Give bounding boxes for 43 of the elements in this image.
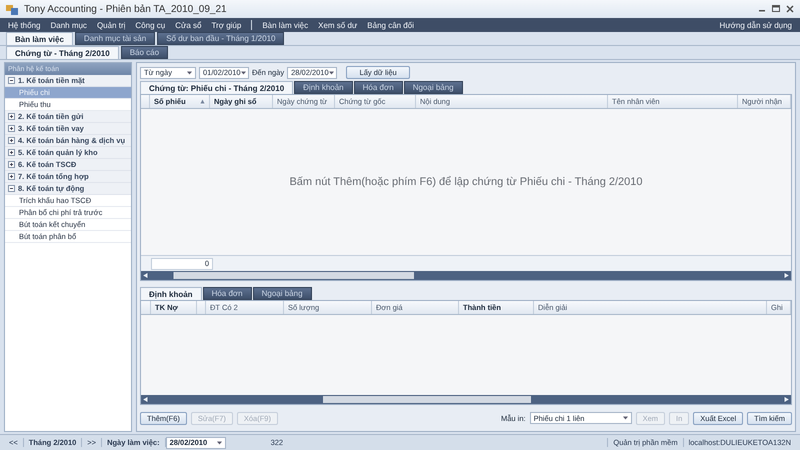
- horizontal-scrollbar[interactable]: [141, 271, 791, 280]
- menu-item[interactable]: Công cụ: [135, 20, 166, 30]
- document-tab[interactable]: Định khoản: [294, 81, 353, 94]
- window-title: Tony Accounting - Phiên bản TA_2010_09_21: [24, 4, 228, 14]
- collapse-icon[interactable]: [8, 77, 15, 84]
- menu-item[interactable]: Quản trị: [96, 20, 126, 30]
- menu-item[interactable]: Cửa sổ: [175, 20, 202, 30]
- menu-item[interactable]: Hệ thống: [8, 20, 40, 30]
- empty-table-message: Bấm nút Thêm(hoặc phím F6) để lập chứng từ Phiếu chi - Tháng 2/2010: [289, 176, 643, 188]
- menu-item[interactable]: Danh mục: [50, 20, 87, 30]
- document-tab[interactable]: Ngoại bảng: [404, 81, 463, 94]
- expand-icon[interactable]: [8, 161, 15, 168]
- dropdown-caret-icon: [240, 70, 246, 74]
- menu-item[interactable]: Trợ giúp: [211, 20, 242, 30]
- expand-icon[interactable]: [8, 149, 15, 156]
- expand-icon[interactable]: [8, 137, 15, 144]
- app-icon: [6, 4, 18, 14]
- page-tab[interactable]: Báo cáo: [120, 46, 168, 59]
- detail-tab[interactable]: Ngoại bảng: [252, 287, 312, 300]
- dropdown-caret-icon: [622, 416, 628, 420]
- menu-item[interactable]: Bàn làm việc: [262, 20, 308, 30]
- close-icon[interactable]: [786, 5, 794, 13]
- expand-icon[interactable]: [8, 113, 15, 120]
- document-tab[interactable]: Chứng từ: Phiếu chi - Tháng 2/2010: [140, 81, 294, 94]
- expand-icon[interactable]: [8, 173, 15, 180]
- horizontal-scrollbar[interactable]: [141, 395, 791, 404]
- document-tab[interactable]: Hóa đơn: [354, 81, 403, 94]
- detail-tab[interactable]: Hóa đơn: [202, 287, 252, 300]
- workspace-tab[interactable]: Danh mục tài sản: [74, 32, 156, 45]
- menu-item[interactable]: Xem số dư: [318, 20, 358, 30]
- workspace-tab[interactable]: Bàn làm việc: [6, 32, 73, 45]
- maximize-icon[interactable]: [772, 5, 780, 13]
- sort-ascending-icon: [200, 99, 205, 104]
- collapse-icon[interactable]: [8, 185, 15, 192]
- help-menu-item[interactable]: Hướng dẫn sử dụng: [720, 20, 792, 30]
- detail-tab[interactable]: Định khoản: [140, 287, 202, 300]
- dropdown-caret-icon: [187, 70, 192, 74]
- menu-item[interactable]: Bảng cân đối: [367, 20, 414, 30]
- page-tab[interactable]: Chứng từ - Tháng 2/2010: [6, 46, 119, 59]
- expand-icon[interactable]: [8, 125, 15, 132]
- dropdown-caret-icon: [216, 440, 222, 444]
- workspace-tab[interactable]: Số dư ban đầu - Tháng 1/2010: [157, 32, 284, 45]
- dropdown-caret-icon: [328, 70, 334, 74]
